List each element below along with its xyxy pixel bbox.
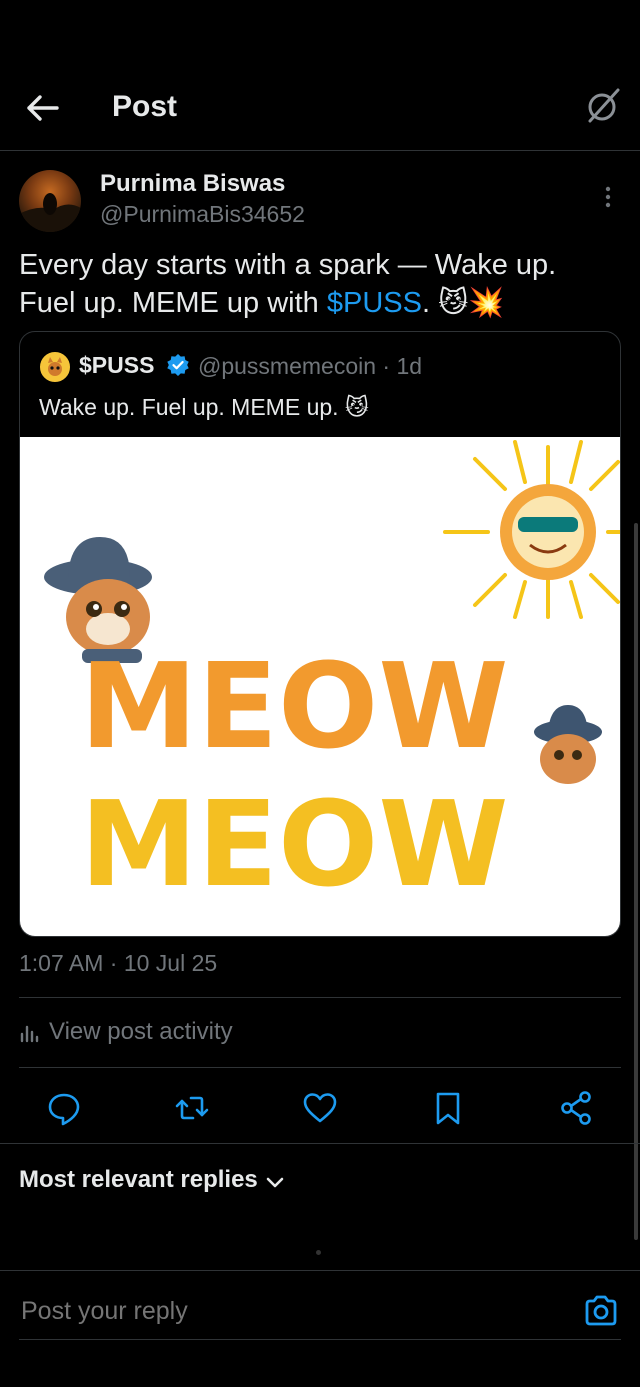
view-post-activity-label: View post activity	[49, 1018, 233, 1045]
meow-text-line2: MEOW	[80, 775, 509, 913]
quote-handle-time[interactable]: @pussmemecoin · 1d	[198, 353, 422, 380]
top-bar: Post	[0, 60, 640, 151]
post-text: Every day starts with a spark — Wake up.…	[19, 246, 619, 322]
repost-icon[interactable]	[172, 1088, 212, 1128]
author-handle[interactable]: @PurnimaBis34652	[100, 201, 305, 228]
divider	[0, 1143, 640, 1144]
sun-illustration	[443, 440, 620, 619]
post-timestamp[interactable]: 1:07 AM · 10 Jul 25	[19, 950, 217, 977]
reply-icon[interactable]	[44, 1088, 84, 1128]
like-icon[interactable]	[300, 1088, 340, 1128]
quote-text: Wake up. Fuel up. MEME up. 😼	[39, 394, 369, 420]
grok-icon[interactable]	[584, 87, 622, 125]
page-title: Post	[112, 90, 178, 123]
cat-hat-small-illustration	[534, 705, 602, 784]
chevron-down-icon[interactable]	[264, 1172, 286, 1194]
share-icon[interactable]	[556, 1088, 596, 1128]
camera-icon[interactable]	[584, 1295, 618, 1327]
back-arrow-icon[interactable]	[26, 93, 60, 123]
replies-sort-button[interactable]: Most relevant replies	[19, 1166, 258, 1194]
meow-text-line1: MEOW	[80, 637, 509, 775]
avatar[interactable]	[19, 170, 81, 232]
more-icon[interactable]	[596, 185, 620, 209]
divider	[0, 1270, 640, 1271]
action-bar	[0, 1080, 640, 1140]
reply-input[interactable]	[19, 1296, 563, 1327]
quote-author-name[interactable]: $PUSS	[79, 352, 154, 379]
divider	[19, 1339, 621, 1340]
quote-avatar[interactable]	[39, 351, 71, 383]
view-post-activity[interactable]: View post activity	[19, 1018, 233, 1046]
post-text-tail: . 😼💥	[421, 287, 505, 319]
quoted-post[interactable]: $PUSS @pussmemecoin · 1d Wake up. Fuel u…	[19, 331, 621, 937]
divider	[19, 1067, 621, 1068]
author-name[interactable]: Purnima Biswas	[100, 170, 285, 198]
verified-icon	[166, 353, 190, 377]
bookmark-icon[interactable]	[428, 1088, 468, 1128]
cashtag-link[interactable]: $PUSS	[327, 287, 422, 319]
chart-icon	[19, 1023, 39, 1043]
divider	[19, 997, 621, 998]
loading-dot	[316, 1250, 321, 1255]
quote-image[interactable]: MEOW MEOW	[20, 437, 620, 936]
